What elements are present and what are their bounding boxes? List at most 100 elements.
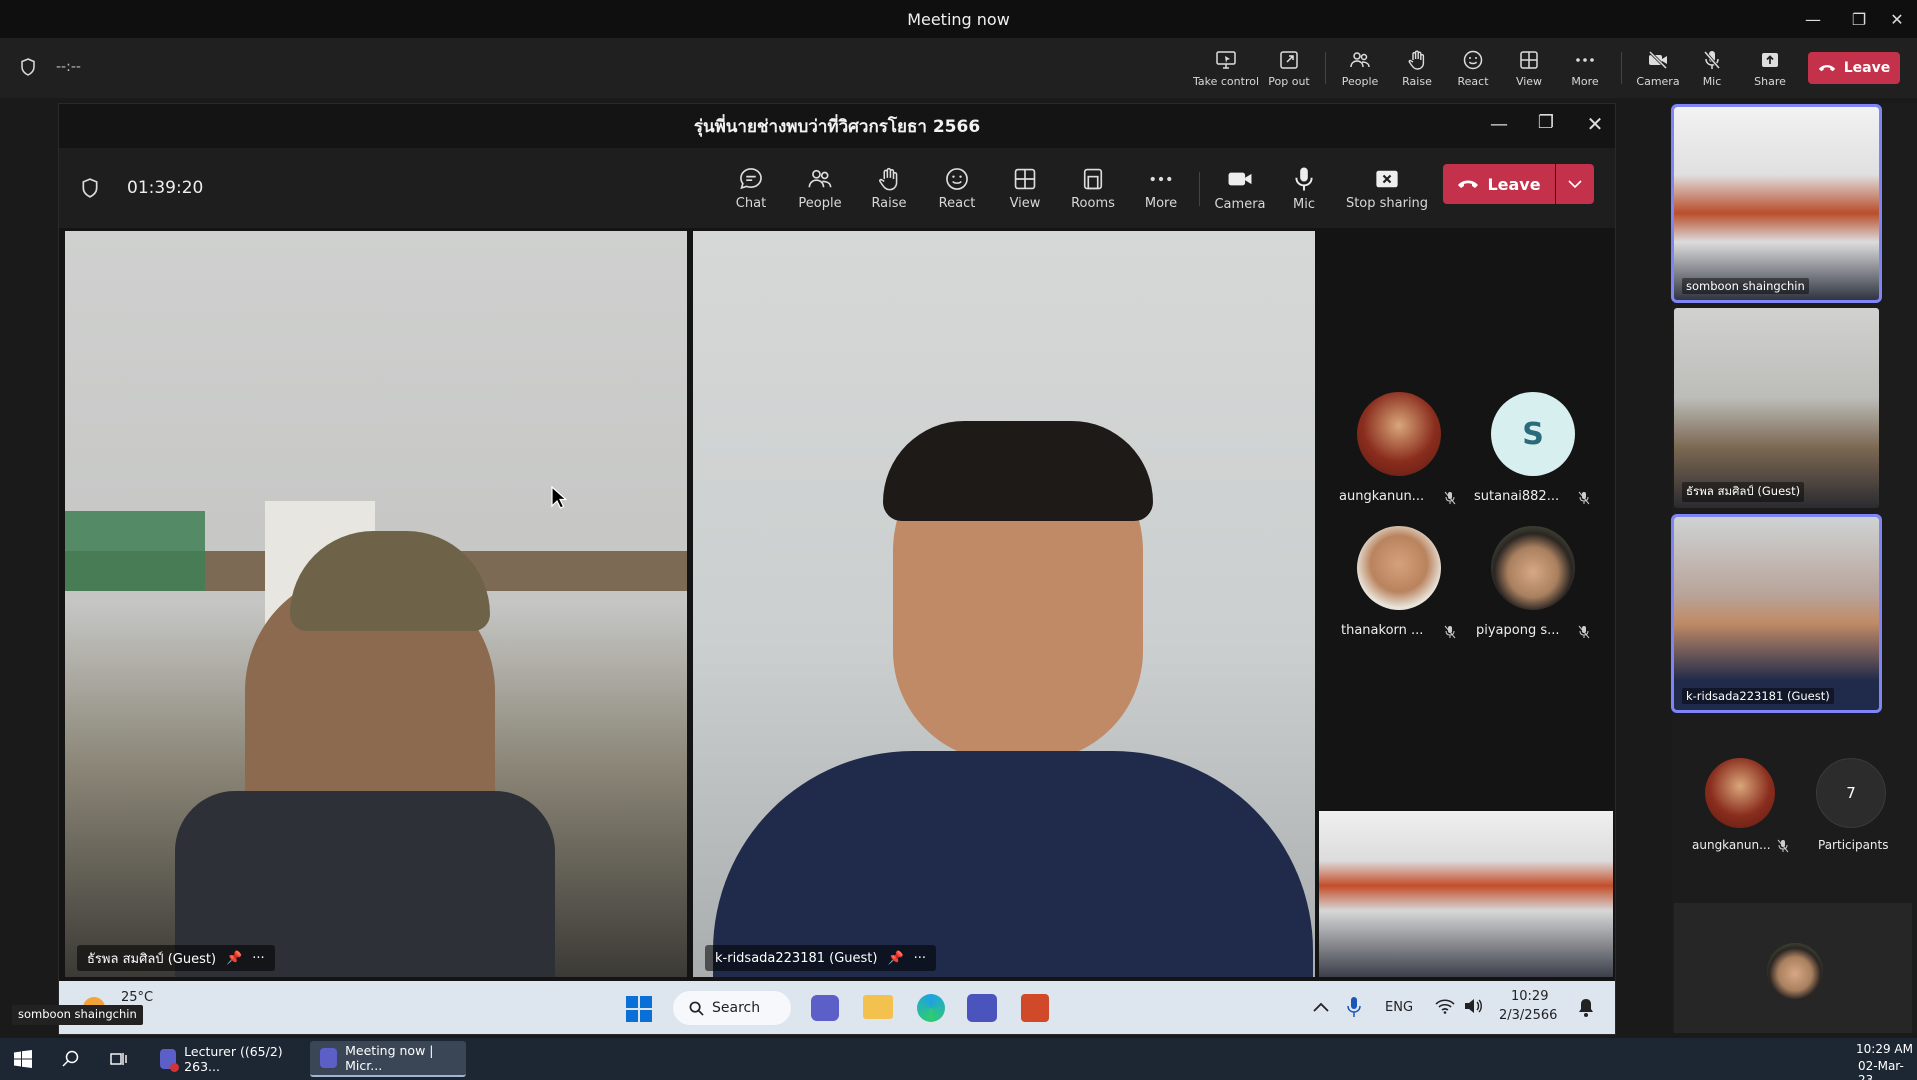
mic-off-icon <box>1444 491 1456 505</box>
raise-hand-button[interactable]: Raise <box>1392 38 1442 98</box>
gallery-tile-3[interactable]: k-ridsada223181 (Guest) <box>1671 514 1882 713</box>
inner-maximize-button[interactable]: ❐ <box>1534 112 1558 136</box>
powerpoint-icon[interactable] <box>1021 994 1049 1022</box>
language-indicator[interactable]: ENG <box>1385 1000 1413 1015</box>
participant-name: piyapong s... <box>1476 623 1560 638</box>
camera-button[interactable]: Camera <box>1209 148 1271 228</box>
camera-button[interactable]: Camera <box>1632 38 1684 98</box>
gallery-tile-2[interactable]: ธัรพล สมศิลป์ (Guest) <box>1674 308 1879 508</box>
video-tile-participant-2[interactable]: k-ridsada223181 (Guest) 📌 ··· <box>693 231 1315 977</box>
mic-off-icon <box>1777 839 1789 853</box>
more-options-icon[interactable]: ··· <box>252 951 264 966</box>
more-options-icon[interactable]: ··· <box>914 951 926 966</box>
take-control-icon <box>1216 50 1236 69</box>
raise-hand-button[interactable]: Raise <box>859 148 919 228</box>
avatar[interactable] <box>1491 526 1575 610</box>
avatar[interactable] <box>1705 758 1775 828</box>
pop-out-button[interactable]: Pop out <box>1262 38 1316 98</box>
self-view-tile[interactable] <box>1674 903 1912 1033</box>
video-tile-participant-1[interactable]: ธัรพล สมศิลป์ (Guest) 📌 ··· <box>65 231 687 977</box>
react-button[interactable]: React <box>927 148 987 228</box>
teams-app-icon <box>320 1048 338 1068</box>
chat-button[interactable]: Chat <box>721 148 781 228</box>
windows-start-icon[interactable] <box>14 1050 32 1068</box>
room-video-thumbnail[interactable] <box>1319 811 1613 977</box>
people-button[interactable]: People <box>1334 38 1386 98</box>
inner-close-button[interactable]: ✕ <box>1583 112 1607 136</box>
volume-icon[interactable] <box>1463 997 1483 1015</box>
view-button[interactable]: View <box>1504 38 1554 98</box>
react-button[interactable]: React <box>1448 38 1498 98</box>
maximize-button[interactable]: ❐ <box>1836 0 1882 38</box>
os-clock-time[interactable]: 10:29 AM <box>1856 1042 1913 1056</box>
mic-button[interactable]: Mic <box>1279 148 1329 228</box>
people-icon <box>1350 51 1370 67</box>
people-icon <box>808 169 832 187</box>
more-icon <box>1576 57 1594 62</box>
shield-icon <box>81 178 99 202</box>
take-control-button[interactable]: Take control <box>1193 38 1259 98</box>
clock-time[interactable]: 10:29 <box>1511 989 1548 1004</box>
leave-button[interactable]: Leave <box>1443 164 1555 204</box>
phone-hangup-icon <box>1818 65 1835 72</box>
view-icon <box>1520 50 1538 69</box>
window-title: Meeting now <box>907 9 1010 29</box>
teams-app-icon[interactable] <box>967 994 997 1022</box>
teams-app-icon <box>160 1049 180 1072</box>
participant-name: sutanai882... <box>1474 489 1560 504</box>
rooms-icon <box>1083 168 1103 189</box>
mic-off-icon <box>1703 50 1721 69</box>
notification-bell-icon[interactable] <box>1577 997 1595 1017</box>
view-button[interactable]: View <box>995 148 1055 228</box>
people-button[interactable]: People <box>787 148 853 228</box>
teams-window: Meeting now — ❐ ✕ --:-- Take control Pop… <box>0 0 1917 1080</box>
chevron-up-icon[interactable] <box>1313 1001 1329 1013</box>
shared-taskbar: 25°C ดด Search ENG 10:29 2/3/2566 <box>59 981 1615 1034</box>
chat-app-icon[interactable] <box>811 995 839 1021</box>
avatar[interactable] <box>1357 392 1441 476</box>
os-clock-date[interactable]: 02-Mar-23 <box>1858 1059 1917 1080</box>
person-shirt <box>713 751 1313 977</box>
shield-icon <box>20 58 36 76</box>
share-button[interactable]: Share <box>1744 38 1796 98</box>
participants-label: Participants <box>1818 838 1889 852</box>
title-bar: Meeting now — ❐ ✕ <box>0 0 1917 38</box>
gallery-tile-1[interactable]: somboon shaingchin <box>1671 104 1882 303</box>
mic-icon <box>1295 167 1313 190</box>
clock-date[interactable]: 2/3/2566 <box>1499 1008 1557 1023</box>
more-button[interactable]: More <box>1560 38 1610 98</box>
mic-off-icon <box>1578 625 1590 639</box>
pop-out-icon <box>1280 50 1298 69</box>
stop-sharing-button[interactable]: Stop sharing <box>1339 148 1435 228</box>
camera-icon <box>1228 172 1252 185</box>
minimize-button[interactable]: — <box>1790 0 1836 38</box>
os-taskbar: Lecturer ((65/2) 263... Meeting now | Mi… <box>0 1038 1917 1080</box>
leave-options-button[interactable] <box>1556 164 1594 204</box>
inner-minimize-button[interactable]: — <box>1487 114 1511 138</box>
close-button[interactable]: ✕ <box>1877 0 1917 38</box>
person-hair <box>883 421 1153 521</box>
participants-count-button[interactable]: 7 <box>1816 758 1886 828</box>
file-explorer-icon[interactable] <box>863 995 893 1019</box>
more-button[interactable]: More <box>1131 148 1191 228</box>
rooms-button[interactable]: Rooms <box>1063 148 1123 228</box>
avatar[interactable] <box>1357 526 1441 610</box>
microphone-icon[interactable] <box>1347 995 1361 1019</box>
leave-button[interactable]: Leave <box>1808 52 1900 84</box>
search-icon[interactable] <box>62 1050 80 1068</box>
participant-nameplate: ธัรพล สมศิลป์ (Guest) 📌 ··· <box>77 945 275 971</box>
taskbar-app-meeting-now[interactable]: Meeting now | Micr... <box>310 1041 466 1077</box>
participant-name: thanakorn ... <box>1341 623 1424 638</box>
edge-browser-icon[interactable] <box>917 994 945 1022</box>
mic-button[interactable]: Mic <box>1690 38 1734 98</box>
wifi-icon[interactable] <box>1435 998 1455 1014</box>
meeting-timer: 01:39:20 <box>127 178 204 198</box>
avatar[interactable]: S <box>1491 392 1575 476</box>
windows-start-icon[interactable] <box>625 995 653 1023</box>
task-view-icon[interactable] <box>110 1050 128 1068</box>
taskbar-app-teams-lecturer[interactable]: Lecturer ((65/2) 263... <box>150 1041 306 1077</box>
stop-sharing-icon <box>1376 170 1398 187</box>
pin-icon: 📌 <box>887 950 904 966</box>
taskbar-search[interactable]: Search <box>673 991 791 1025</box>
mic-off-icon <box>1444 625 1456 639</box>
